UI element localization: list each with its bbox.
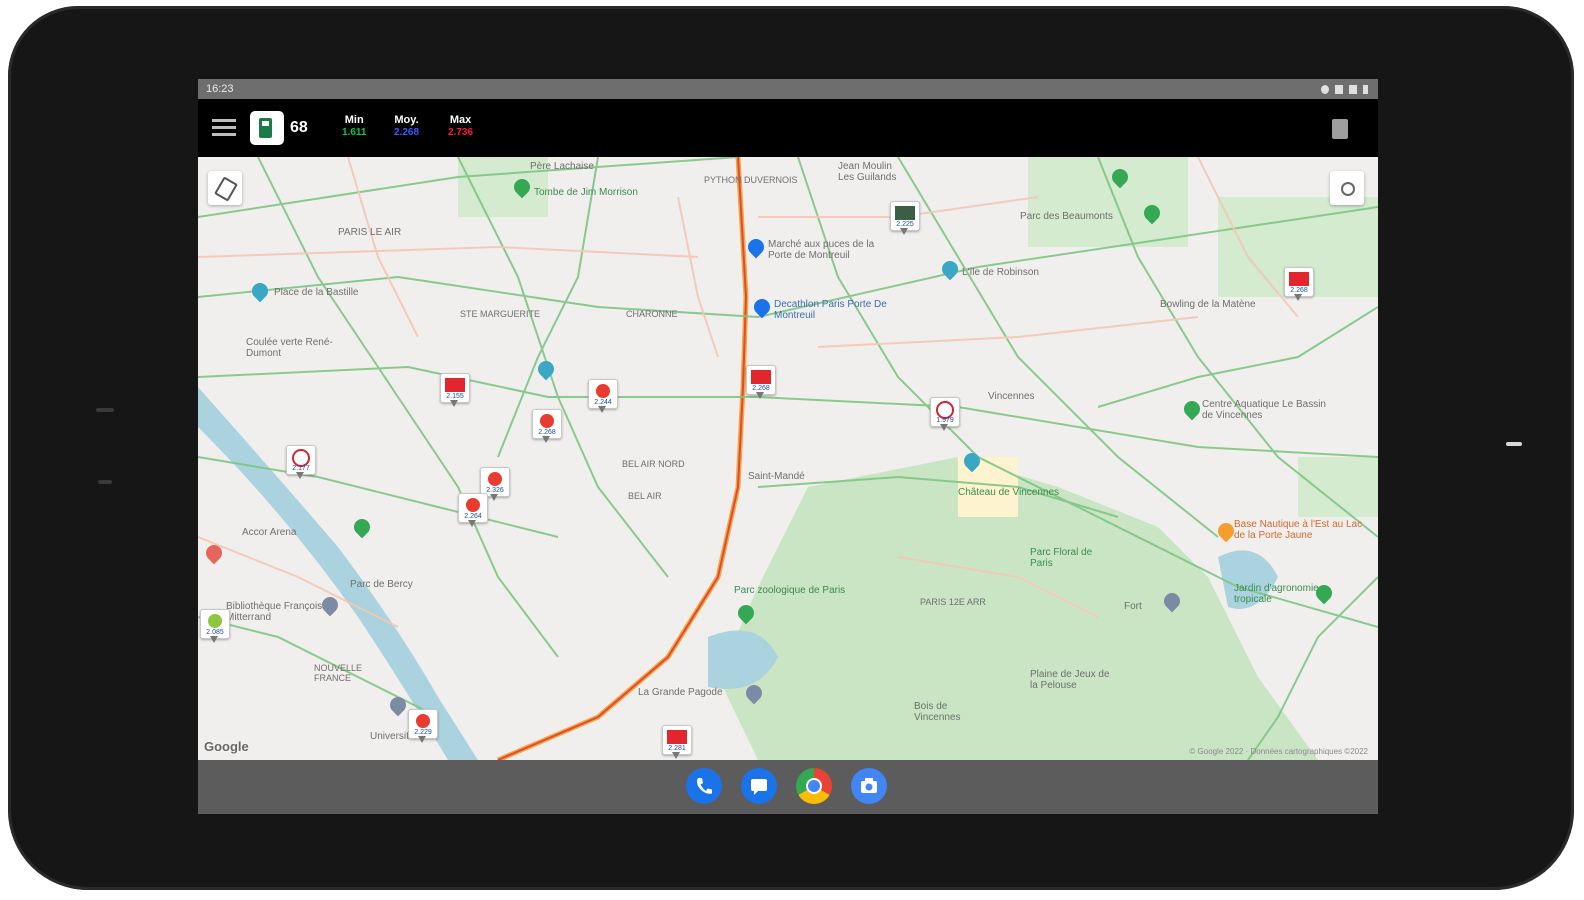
avia-logo-icon [667,730,687,744]
total-logo-icon [466,498,480,512]
status-icons [1321,79,1368,99]
fuel-station-marker[interactable]: 2.268 [1284,267,1314,303]
map-label: Château de Vincennes [958,487,1060,498]
app-bar: 68 Min 1.611 Moy. 2.268 Max 2.736 [198,99,1378,157]
map-label: Marché aux puces de la Porte de Montreui… [768,239,875,261]
device-screen: 16:23 68 Min 1.611 Moy. 2.268 Max 2.736 … [198,79,1378,814]
stat-min: Min 1.611 [342,114,366,138]
stat-max-label: Max [449,114,472,126]
map-label: Plaine de Jeux de la Pelouse [1030,669,1110,691]
fuel-station-marker[interactable]: 2.229 [408,709,438,745]
fuel-pump-icon [895,206,915,220]
status-time: 16:23 [206,83,234,95]
avia-logo-icon [1289,272,1309,286]
map-label: Parc Floral de Paris [1030,547,1093,569]
avia-logo-icon [751,370,771,384]
fuel-station-marker[interactable]: 2.155 [440,373,470,409]
my-location-icon[interactable] [1330,171,1364,205]
google-attribution: Google [204,739,249,754]
map-copyright: © Google 2022 · Données cartographiques … [1189,747,1368,756]
map-label: Decathlon Paris Porte De Montreuil [774,299,887,321]
fuel-pump-logo-icon[interactable] [250,111,284,145]
map-label: Coulée verte René-Dumont [246,337,333,359]
status-bar: 16:23 [198,79,1378,99]
hamburger-menu-icon[interactable] [212,119,236,137]
stat-avg-value: 2.268 [394,127,420,138]
phone-icon[interactable] [686,768,722,804]
stat-min-value: 1.611 [342,127,367,138]
total-logo-icon [416,714,430,728]
total-logo-icon [488,472,502,486]
fuel-station-marker[interactable]: 2.085 [200,609,230,645]
map-label: Bowling de la Matène [1160,299,1256,310]
fuel-station-marker[interactable]: 1.979 [930,397,960,433]
bp-logo-icon [208,614,222,628]
map-label: PARIS 12E ARR [920,597,986,607]
map-label: Saint-Mandé [748,471,805,482]
map-label: Place de la Bastille [274,287,359,298]
map-label: Bois de Vincennes [914,701,961,723]
stat-max-value: 2.736 [448,127,474,138]
map-label: Fort [1124,601,1142,612]
map-label: Bibliothèque François-Mitterrand [226,601,326,623]
app-dock [686,768,887,804]
list-view-icon[interactable] [1332,119,1348,139]
power-button [98,480,112,484]
map-label: Parc de Bercy [350,579,413,590]
volume-button [96,408,114,412]
stat-max: Max 2.736 [448,114,473,138]
messages-icon[interactable] [741,768,777,804]
map-label: Centre Aquatique Le Bassin de Vincennes [1202,399,1326,421]
avia-logo-icon [445,378,465,392]
fuel-station-marker[interactable]: 2.281 [662,725,692,760]
fuel-station-marker[interactable]: 2.268 [532,409,562,445]
chrome-icon[interactable] [796,768,832,804]
map-label: Vincennes [988,391,1035,402]
fuel-station-marker[interactable]: 2.225 [890,201,920,237]
map-label: Parc des Beaumonts [1020,211,1113,222]
signal-icon [1349,84,1357,94]
map-label: L'île de Robinson [962,267,1039,278]
nav-bar [198,760,1378,814]
map-label: PYTHON DUVERNOIS [704,175,798,185]
fuel-station-marker[interactable]: 2.177 [286,445,316,481]
map-label: BEL AIR NORD [622,459,685,469]
fuel-filter-icon[interactable] [208,171,242,205]
map-label: BEL AIR [628,491,662,501]
map-label: Père Lachaise [530,161,594,172]
stat-avg-label: Moy. [394,114,419,126]
battery-icon [1363,84,1368,94]
stat-min-label: Min [344,114,364,126]
total-logo-icon [596,384,610,398]
fuel-station-marker[interactable]: 2.244 [588,379,618,415]
department-number[interactable]: 68 [290,119,308,137]
camera-dot [1506,442,1522,446]
location-icon [1321,84,1329,94]
map-label: Accor Arena [242,527,297,538]
map-label: CHARONNE [626,309,678,319]
map-label: Tombe de Jim Morrison [534,187,638,198]
stat-avg: Moy. 2.268 [394,114,419,138]
camera-icon[interactable] [851,768,887,804]
map-label: STE MARGUERITE [460,309,541,319]
fuel-station-marker[interactable]: 2.264 [458,493,488,529]
map-label: Parc zoologique de Paris [734,585,846,596]
total-logo-icon [540,414,554,428]
fuel-station-marker[interactable]: 2.268 [746,365,776,401]
wifi-icon [1335,84,1343,94]
tablet-frame: 16:23 68 Min 1.611 Moy. 2.268 Max 2.736 … [8,6,1574,890]
map-label: PARIS LE AIR [338,227,402,238]
map-label: NOUVELLE FRANCE [314,663,363,683]
map-label: La Grande Pagode [638,687,723,698]
map-label: Jean Moulin Les Guilands [838,161,897,183]
map-view[interactable]: Père Lachaise Tombe de Jim Morrison PYTH… [198,157,1378,760]
map-label: Base Nautique à l'Est au Lac de la Porte… [1234,519,1363,541]
